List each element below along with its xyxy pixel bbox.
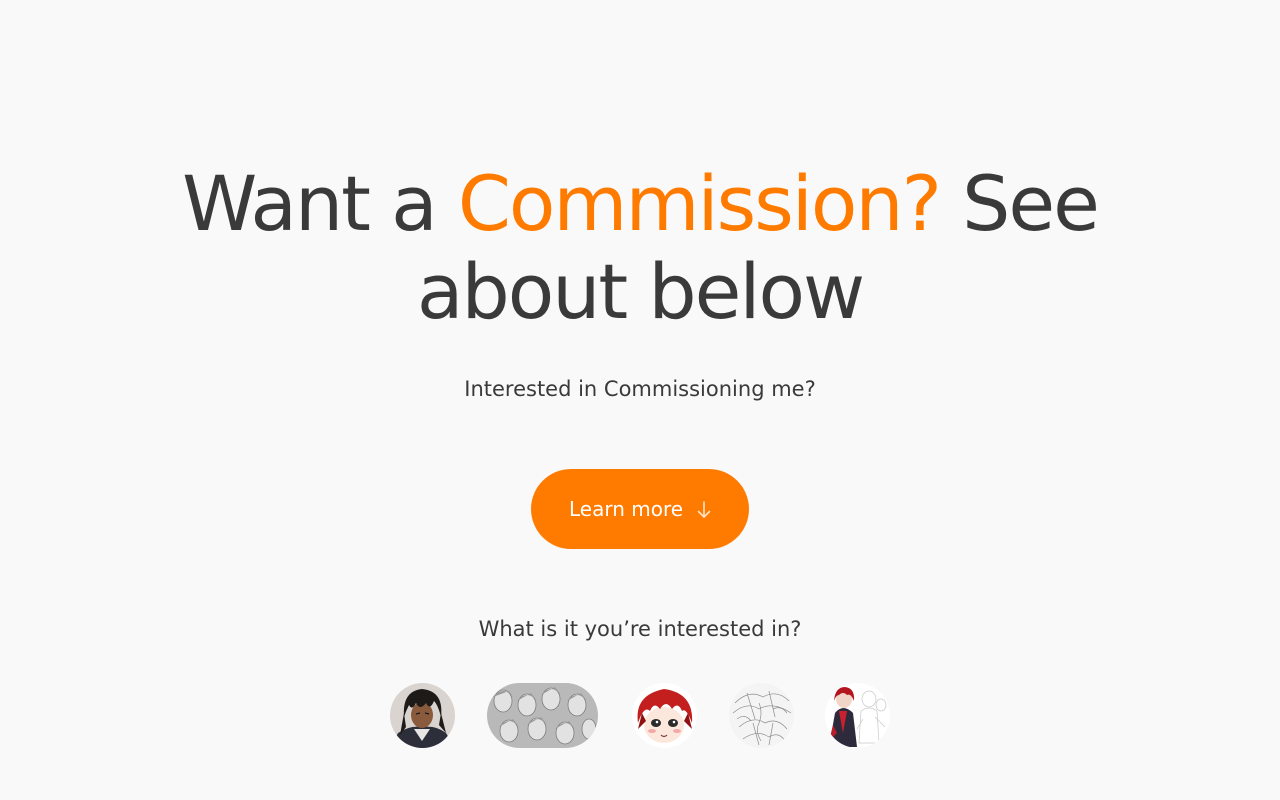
interest-question: What is it you’re interested in? <box>478 617 802 641</box>
landing-page: Want a Commission? See about below Inter… <box>0 0 1280 800</box>
hero-title-part-1: Want a <box>182 159 458 248</box>
fullbody-thumbnail[interactable] <box>825 683 890 748</box>
hero-title-accent: Commission? <box>457 159 942 248</box>
hero-title-line-2: about below <box>416 247 865 336</box>
category-thumbnails <box>0 683 1280 748</box>
hero-title-line-1: Want a Commission? See <box>0 160 1280 248</box>
chibi-thumbnail[interactable] <box>632 683 697 748</box>
hero-title-part-2: See <box>939 159 1100 248</box>
arrow-down-icon <box>697 500 711 518</box>
learn-more-label: Learn more <box>568 497 684 521</box>
lineart-thumbnail[interactable] <box>729 683 794 748</box>
hero-title: Want a Commission? See about below <box>0 160 1280 336</box>
portrait-thumbnail[interactable] <box>390 683 455 748</box>
learn-more-button[interactable]: Learn more <box>531 469 749 549</box>
sketch-sheet-thumbnail[interactable] <box>487 683 598 748</box>
hero-subtitle: Interested in Commissioning me? <box>464 377 816 401</box>
